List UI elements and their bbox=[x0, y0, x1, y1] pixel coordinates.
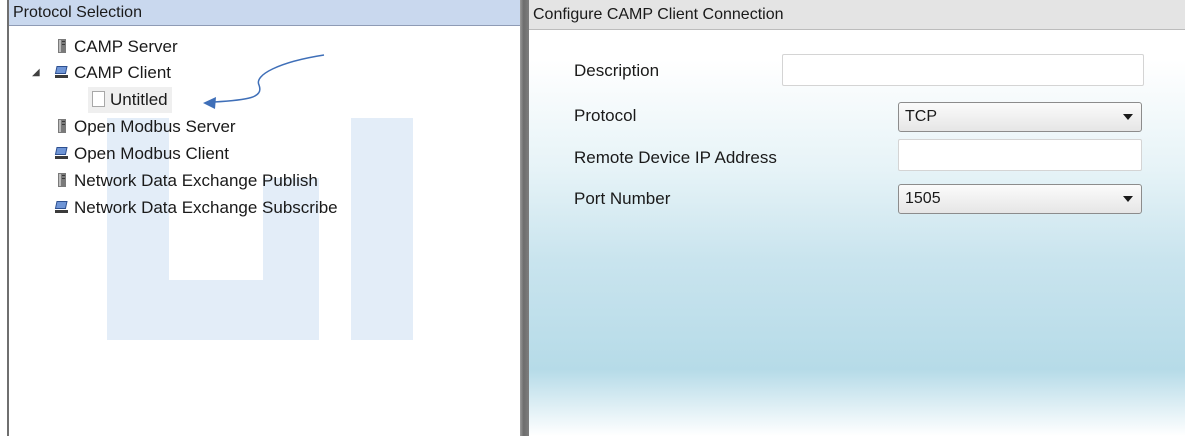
description-label: Description bbox=[574, 61, 660, 80]
pane-splitter[interactable] bbox=[520, 0, 529, 436]
client-icon bbox=[54, 200, 68, 213]
collapse-arrow-icon[interactable]: ◢ bbox=[32, 60, 40, 86]
tree-item-label: CAMP Server bbox=[74, 37, 178, 56]
tree-item-label: Untitled bbox=[110, 90, 168, 109]
chevron-down-icon bbox=[1123, 114, 1133, 120]
document-icon bbox=[92, 90, 105, 107]
protocol-select[interactable]: TCP bbox=[898, 102, 1142, 132]
tree-item-label: Network Data Exchange Publish bbox=[74, 171, 318, 190]
protocol-selection-header: Protocol Selection bbox=[9, 0, 520, 26]
tree-item-camp-client[interactable]: CAMP Client bbox=[54, 60, 171, 86]
remote-ip-label: Remote Device IP Address bbox=[574, 148, 777, 167]
description-input[interactable] bbox=[782, 54, 1144, 86]
tree-item-label: Open Modbus Server bbox=[74, 117, 236, 136]
port-number-select[interactable]: 1505 bbox=[898, 184, 1142, 214]
port-number-select-value: 1505 bbox=[905, 190, 941, 207]
client-icon bbox=[54, 65, 68, 78]
server-icon bbox=[58, 118, 66, 133]
tree-item-label: Network Data Exchange Subscribe bbox=[74, 198, 338, 217]
tree-item-nde-subscribe[interactable]: Network Data Exchange Subscribe bbox=[54, 195, 338, 221]
server-icon bbox=[58, 172, 66, 187]
protocol-select-value: TCP bbox=[905, 108, 937, 125]
tree-item-open-modbus-server[interactable]: Open Modbus Server bbox=[54, 114, 236, 140]
server-icon bbox=[58, 38, 66, 53]
configure-connection-header: Configure CAMP Client Connection bbox=[529, 0, 1185, 30]
port-number-label: Port Number bbox=[574, 189, 671, 208]
chevron-down-icon bbox=[1123, 196, 1133, 202]
tree-item-open-modbus-client[interactable]: Open Modbus Client bbox=[54, 141, 229, 167]
configure-connection-pane: Configure CAMP Client Connection Descrip… bbox=[529, 0, 1185, 436]
remote-ip-input[interactable] bbox=[898, 139, 1142, 171]
tree-item-label: CAMP Client bbox=[74, 63, 171, 82]
tree-item-nde-publish[interactable]: Network Data Exchange Publish bbox=[54, 168, 318, 194]
client-icon bbox=[54, 146, 68, 159]
protocol-selection-pane: Protocol Selection CAMP Server ◢ CAMP Cl… bbox=[9, 0, 520, 436]
protocol-label: Protocol bbox=[574, 106, 637, 125]
tree-item-label: Open Modbus Client bbox=[74, 144, 229, 163]
tree-item-camp-server[interactable]: CAMP Server bbox=[54, 34, 178, 60]
tree-item-untitled[interactable]: Untitled bbox=[88, 87, 172, 113]
